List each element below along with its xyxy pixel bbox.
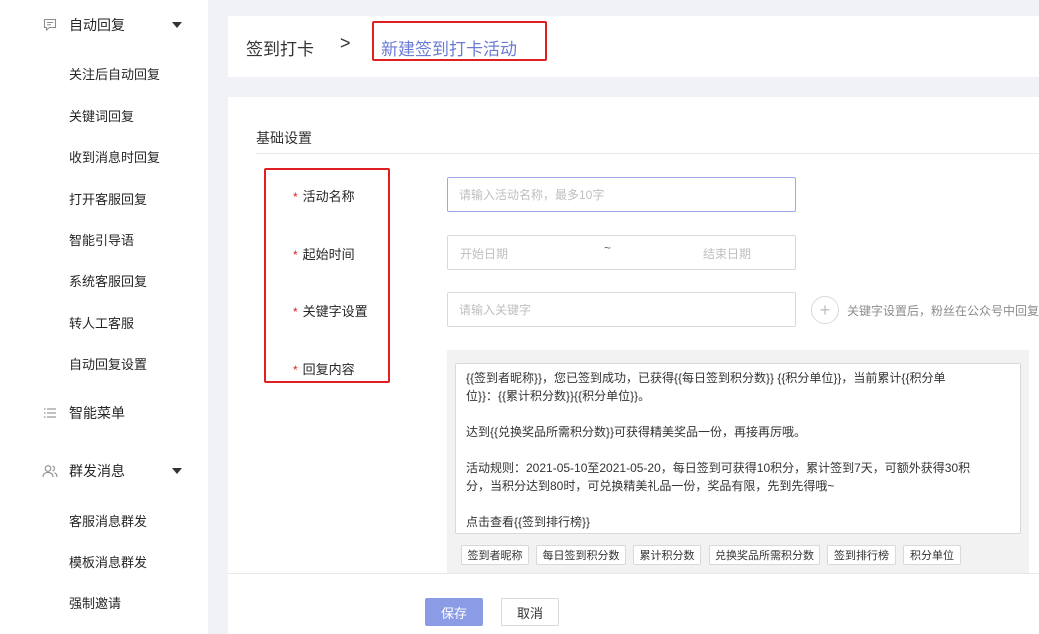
- date-separator: ~: [604, 241, 612, 255]
- breadcrumb: 签到打卡 > 新建签到打卡活动: [228, 16, 1039, 77]
- breadcrumb-separator: >: [340, 33, 351, 53]
- message-icon: [42, 17, 58, 33]
- date-range-picker[interactable]: 开始日期 ~ 结束日期: [447, 235, 796, 270]
- menu-smart-menu-label: 智能菜单: [69, 405, 125, 421]
- sidebar-item-service-broadcast[interactable]: 客服消息群发: [0, 505, 208, 535]
- reply-content-textarea[interactable]: {{签到者昵称}}，您已签到成功，已获得{{每日签到积分数}} {{积分单位}}…: [455, 363, 1021, 534]
- activity-name-placeholder: 请输入活动名称，最多10字: [459, 188, 605, 202]
- field-label-text: 关键字设置: [302, 304, 368, 319]
- sidebar-item-follow-reply[interactable]: 关注后自动回复: [0, 58, 208, 88]
- menu-group-label: 群发消息: [69, 463, 125, 479]
- sidebar-item-label: 打开客服回复: [69, 191, 148, 207]
- sidebar-item-label: 关键词回复: [69, 108, 135, 124]
- section-title: 基础设置: [256, 130, 312, 146]
- required-mark: *: [293, 305, 298, 319]
- page-title: 新建签到打卡活动: [381, 40, 517, 59]
- caret-down-icon[interactable]: [172, 22, 182, 28]
- insert-tag-daily-points[interactable]: 每日签到积分数: [536, 545, 626, 565]
- sidebar-item-label: 自动回复设置: [69, 356, 148, 372]
- menu-group-label: 自动回复: [69, 17, 125, 33]
- sidebar-item-service-open-reply[interactable]: 打开客服回复: [0, 183, 208, 213]
- sidebar-item-label: 模板消息群发: [69, 554, 148, 570]
- sidebar-item-system-service-reply[interactable]: 系统客服回复: [0, 265, 208, 295]
- sidebar-item-label: 智能引导语: [69, 232, 135, 248]
- insert-tag-leaderboard[interactable]: 签到排行榜: [827, 545, 896, 565]
- reply-line: 活动规则：2021-05-10至2021-05-20，每日签到可获得10积分，累…: [466, 461, 971, 475]
- reply-line: {{签到者昵称}}，您已签到成功，已获得{{每日签到积分数}} {{积分单位}}…: [466, 371, 946, 385]
- sidebar-item-keyword-reply[interactable]: 关键词回复: [0, 100, 208, 130]
- reply-editor-area: {{签到者昵称}}，您已签到成功，已获得{{每日签到积分数}} {{积分单位}}…: [447, 350, 1029, 573]
- sidebar-item-label: 系统客服回复: [69, 273, 148, 289]
- menu-smart-menu[interactable]: 智能菜单: [0, 395, 208, 431]
- reply-line: 分，当积分达到80时，可兑换精美礼品一份，奖品有限，先到先得哦~: [466, 479, 835, 493]
- sidebar-item-label: 转人工客服: [69, 315, 135, 331]
- sidebar-item-label: 关注后自动回复: [69, 66, 161, 82]
- field-label-text: 回复内容: [302, 362, 355, 377]
- section-divider: [256, 153, 1039, 154]
- add-keyword-button[interactable]: +: [811, 296, 839, 324]
- reply-line: 达到{{兑换奖品所需积分数}}可获得精美奖品一份，再接再厉哦。: [466, 425, 807, 439]
- users-icon: [42, 463, 58, 479]
- field-label-keyword: * 关键字设置: [293, 301, 368, 320]
- insert-tag-redeem-points[interactable]: 兑换奖品所需积分数: [709, 545, 820, 565]
- insert-tag-total-points[interactable]: 累计积分数: [633, 545, 701, 565]
- sidebar-item-message-reply[interactable]: 收到消息时回复: [0, 141, 208, 171]
- sidebar-item-template-broadcast[interactable]: 模板消息群发: [0, 546, 208, 576]
- required-mark: *: [293, 190, 298, 204]
- reply-line: 点击查看{{签到排行榜}}: [466, 515, 591, 529]
- sidebar-item-label: 客服消息群发: [69, 513, 148, 529]
- field-label-text: 起始时间: [302, 247, 355, 262]
- save-button[interactable]: 保存: [425, 598, 483, 626]
- insert-tag-nickname[interactable]: 签到者昵称: [461, 545, 529, 565]
- field-label-text: 活动名称: [302, 189, 355, 204]
- keyword-placeholder: 请输入关键字: [459, 303, 532, 317]
- menu-group-broadcast[interactable]: 群发消息: [0, 453, 208, 489]
- required-mark: *: [293, 248, 298, 262]
- breadcrumb-root[interactable]: 签到打卡: [246, 35, 314, 60]
- sidebar-item-smart-guide[interactable]: 智能引导语: [0, 224, 208, 254]
- sidebar-item-label: 强制邀请: [69, 595, 122, 611]
- field-label-reply: * 回复内容: [293, 359, 355, 378]
- reply-line: 位}}：{{累计积分数}}{{积分单位}}。: [466, 389, 651, 403]
- menu-group-auto-reply[interactable]: 自动回复: [0, 7, 208, 43]
- list-icon: [42, 405, 58, 421]
- field-label-time: * 起始时间: [293, 244, 355, 263]
- required-mark: *: [293, 363, 298, 377]
- form-footer: 保存 取消: [228, 574, 1039, 634]
- caret-down-icon[interactable]: [172, 468, 182, 474]
- form-card: 基础设置 * 活动名称 * 起始时间 * 关键字设置 * 回复内容 请输入活动名称，最多…: [228, 97, 1039, 573]
- plus-icon: +: [819, 300, 831, 320]
- field-label-name: * 活动名称: [293, 186, 355, 205]
- insert-tag-points-unit[interactable]: 积分单位: [903, 545, 961, 565]
- keyword-hint: 关键字设置后，粉丝在公众号中回复: [847, 304, 1039, 318]
- sidebar-item-auto-reply-settings[interactable]: 自动回复设置: [0, 348, 208, 378]
- cancel-button[interactable]: 取消: [501, 598, 559, 626]
- keyword-input[interactable]: 请输入关键字: [447, 292, 796, 327]
- sidebar-item-label: 收到消息时回复: [69, 149, 161, 165]
- end-date-placeholder: 结束日期: [703, 247, 752, 261]
- activity-name-input[interactable]: 请输入活动名称，最多10字: [447, 177, 796, 212]
- start-date-placeholder: 开始日期: [460, 247, 509, 261]
- sidebar: 自动回复 关注后自动回复 关键词回复 收到消息时回复 打开客服回复 智能引导语 …: [0, 0, 208, 634]
- sidebar-item-transfer-agent[interactable]: 转人工客服: [0, 307, 208, 337]
- sidebar-item-forced-invite[interactable]: 强制邀请: [0, 587, 208, 617]
